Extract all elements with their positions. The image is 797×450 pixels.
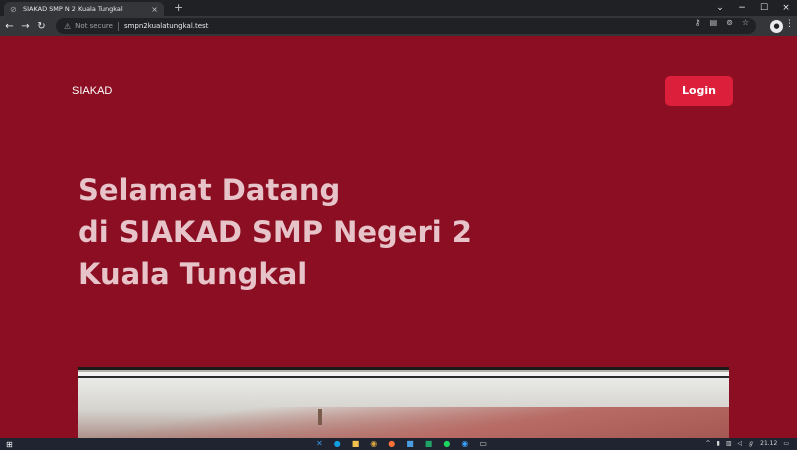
language-icon[interactable]: ℊ <box>748 438 754 450</box>
maximize-button[interactable]: ☐ <box>753 0 775 16</box>
translate-icon[interactable]: ▤ <box>710 18 718 27</box>
browser-tab[interactable]: ⊘ SIAKAD SMP N 2 Kuala Tungkal × <box>4 2 164 16</box>
flagpole-image <box>318 409 322 425</box>
app-icon-a[interactable]: ■ <box>406 438 414 450</box>
volume-icon[interactable]: ◁ <box>738 438 743 450</box>
video-border-top <box>78 367 729 370</box>
tab-close-icon[interactable]: × <box>151 5 158 14</box>
spotify-icon[interactable]: ● <box>443 438 450 450</box>
system-tray: ^ ▮ ▥ ◁ ℊ 21.12 ▭ <box>705 438 789 450</box>
windows-start-icon[interactable]: ⊞ <box>6 440 13 449</box>
warning-icon: ⚠ <box>64 21 72 31</box>
browser-tab-strip: ⊘ SIAKAD SMP N 2 Kuala Tungkal × + ⌄ − ☐… <box>0 0 797 16</box>
file-explorer-icon[interactable]: ■ <box>352 438 360 450</box>
address-separator <box>117 21 119 31</box>
new-tab-button[interactable]: + <box>174 2 183 14</box>
address-bar-icons: ⚷ ▤ ⊚ ☆ <box>695 18 749 27</box>
network-icon[interactable]: ▥ <box>726 438 732 450</box>
minimize-button[interactable]: − <box>731 0 753 16</box>
firefox-icon[interactable]: ● <box>388 438 395 450</box>
roof-image-area <box>78 407 729 438</box>
chrome-icon[interactable]: ◉ <box>370 438 377 450</box>
globe-icon: ⊘ <box>10 4 17 14</box>
vscode-icon[interactable]: ✕ <box>316 438 323 450</box>
hero-line-2: di SIAKAD SMP Negeri 2 <box>78 215 472 249</box>
battery-icon[interactable]: ▮ <box>717 438 720 450</box>
profile-avatar-icon[interactable]: ● <box>770 20 783 33</box>
site-brand[interactable]: SIAKAD <box>72 85 112 97</box>
tray-expand-icon[interactable]: ^ <box>705 438 710 450</box>
not-secure-label: Not secure <box>75 22 113 30</box>
app-icon-b[interactable]: ■ <box>425 438 433 450</box>
forward-icon[interactable]: → <box>19 21 32 32</box>
url-text[interactable]: smpn2kualatungkal.test <box>124 22 209 30</box>
hero-heading: Selamat Datang di SIAKAD SMP Negeri 2 Ku… <box>78 169 638 295</box>
clock-label[interactable]: 21.12 <box>760 438 777 450</box>
edge-icon[interactable]: ● <box>334 438 341 450</box>
close-window-button[interactable]: × <box>775 0 797 16</box>
login-button[interactable]: Login <box>665 76 733 106</box>
browser-menu-icon[interactable]: ⋮ <box>785 19 794 29</box>
key-icon[interactable]: ⚷ <box>695 18 701 27</box>
terminal-icon[interactable]: ▭ <box>479 438 487 450</box>
window-controls: ⌄ − ☐ × <box>709 0 797 16</box>
tab-search-icon[interactable]: ⌄ <box>709 0 731 16</box>
share-icon[interactable]: ⊚ <box>726 18 733 27</box>
browser-toolbar: ← → ↻ ⚠ Not secure smpn2kualatungkal.tes… <box>0 16 797 36</box>
bookmark-star-icon[interactable]: ☆ <box>742 18 749 27</box>
reload-icon[interactable]: ↻ <box>35 21 48 32</box>
tab-title: SIAKAD SMP N 2 Kuala Tungkal <box>23 5 123 13</box>
hero-line-1: Selamat Datang <box>78 173 341 207</box>
back-icon[interactable]: ← <box>3 21 16 32</box>
app-icon-c[interactable]: ◉ <box>461 438 468 450</box>
address-bar[interactable]: ⚠ Not secure smpn2kualatungkal.test <box>56 18 756 34</box>
hero-video[interactable] <box>78 367 729 438</box>
os-taskbar: ⊞ ✕ ● ■ ◉ ● ■ ■ ● ◉ ▭ ^ ▮ ▥ ◁ ℊ 21.12 ▭ <box>0 438 797 450</box>
notification-icon[interactable]: ▭ <box>783 438 789 450</box>
page-viewport: SIAKAD Login Selamat Datang di SIAKAD SM… <box>0 36 797 438</box>
taskbar-apps: ✕ ● ■ ◉ ● ■ ■ ● ◉ ▭ <box>316 438 487 450</box>
hero-line-3: Kuala Tungkal <box>78 257 308 291</box>
